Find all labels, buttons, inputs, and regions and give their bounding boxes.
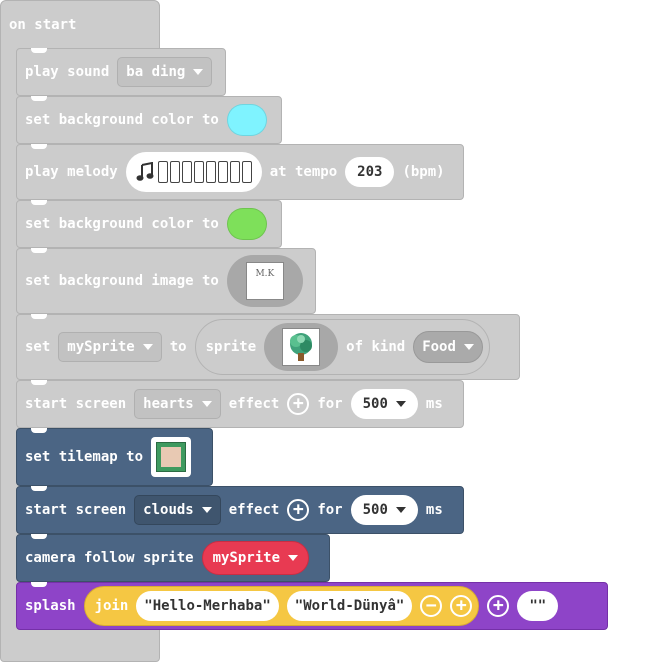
color-swatch-cyan[interactable] bbox=[226, 104, 267, 136]
for-label: for bbox=[317, 502, 343, 518]
ms-label: ms bbox=[425, 396, 443, 412]
duration-value: 500 bbox=[362, 396, 388, 412]
text-input-2[interactable]: " World-Dünyâ " bbox=[286, 591, 413, 621]
set-sprite-block[interactable]: set mySprite to sprite of kind Food bbox=[16, 314, 520, 380]
sprite-kind-dropdown[interactable]: Food bbox=[413, 331, 483, 363]
sprite-variable-reporter[interactable]: mySprite bbox=[201, 541, 310, 575]
camera-follow-sprite-label: camera follow sprite bbox=[25, 550, 194, 566]
sprite-variable-value: mySprite bbox=[212, 550, 281, 566]
text-value-1: Hello-Merhaba bbox=[152, 598, 263, 614]
sprite-thumbnail bbox=[282, 328, 321, 366]
join-label: join bbox=[94, 598, 129, 614]
color-swatch-green[interactable] bbox=[226, 208, 267, 240]
background-image-thumbnail: M.K bbox=[245, 262, 284, 300]
set-background-color-label: set background color to bbox=[25, 112, 219, 128]
start-screen-label: start screen bbox=[25, 502, 127, 518]
start-screen-effect-block[interactable]: start screen hearts effect + for 500 ms bbox=[16, 380, 464, 428]
sprite-variable-value: mySprite bbox=[67, 339, 135, 355]
at-tempo-label: at tempo bbox=[269, 164, 338, 180]
duration-dropdown[interactable]: 500 bbox=[350, 495, 418, 525]
set-tilemap-label: set tilemap to bbox=[25, 449, 144, 465]
duration-value: 500 bbox=[362, 502, 388, 518]
set-label: set bbox=[25, 339, 51, 355]
background-image-field[interactable]: M.K bbox=[226, 255, 303, 307]
text-input-3[interactable]: " " bbox=[517, 591, 559, 621]
screen-effect-value: clouds bbox=[143, 502, 194, 518]
bpm-label: (bpm) bbox=[402, 164, 445, 180]
chevron-down-icon bbox=[288, 555, 299, 561]
sprite-label: sprite bbox=[205, 339, 257, 355]
chevron-down-icon bbox=[395, 401, 406, 407]
play-melody-label: play melody bbox=[25, 164, 118, 180]
minus-circle-icon[interactable]: − bbox=[420, 595, 443, 617]
tilemap-field[interactable] bbox=[151, 437, 192, 477]
chevron-down-icon bbox=[463, 344, 474, 350]
on-start-label: on start bbox=[9, 17, 77, 33]
chevron-down-icon bbox=[395, 507, 406, 513]
play-sound-label: play sound bbox=[25, 64, 110, 80]
play-sound-block[interactable]: play sound ba ding bbox=[16, 48, 226, 96]
chevron-down-icon bbox=[193, 69, 204, 75]
chevron-down-icon bbox=[142, 344, 153, 350]
effect-label: effect bbox=[228, 502, 280, 518]
of-kind-label: of kind bbox=[346, 339, 406, 355]
music-note-icon bbox=[136, 162, 154, 181]
tempo-input[interactable]: 203 bbox=[345, 157, 395, 187]
text-input-1[interactable]: " Hello-Merhaba " bbox=[136, 591, 279, 621]
chevron-down-icon bbox=[201, 401, 212, 407]
plus-circle-icon[interactable]: + bbox=[450, 595, 473, 617]
melody-editor-field[interactable] bbox=[125, 152, 262, 192]
camera-follow-sprite-block[interactable]: camera follow sprite mySprite bbox=[16, 534, 330, 582]
start-screen-label: start screen bbox=[25, 396, 127, 412]
sound-dropdown-value: ba ding bbox=[126, 64, 186, 80]
screen-effect-value: hearts bbox=[143, 396, 194, 412]
join-reporter[interactable]: join " Hello-Merhaba " " World-Dünyâ " − + bbox=[83, 586, 480, 626]
effect-label: effect bbox=[228, 396, 280, 412]
set-tilemap-block[interactable]: set tilemap to bbox=[16, 428, 213, 486]
plus-circle-icon[interactable]: + bbox=[487, 595, 510, 617]
tilemap-thumbnail bbox=[156, 442, 187, 472]
tree-icon bbox=[290, 333, 313, 361]
sprite-variable-dropdown[interactable]: mySprite bbox=[58, 332, 162, 362]
start-screen-effect-block[interactable]: start screen clouds effect + for 500 ms bbox=[16, 486, 464, 534]
set-background-image-label: set background image to bbox=[25, 273, 219, 289]
screen-effect-dropdown[interactable]: hearts bbox=[134, 389, 221, 419]
sprite-of-kind-reporter[interactable]: sprite of kind Food bbox=[194, 319, 490, 375]
plus-circle-icon[interactable]: + bbox=[287, 393, 310, 415]
set-background-color-block[interactable]: set background color to bbox=[16, 200, 282, 248]
play-melody-block[interactable]: play melody at tempo 203 (bpm) bbox=[16, 144, 464, 200]
sprite-kind-value: Food bbox=[422, 339, 456, 355]
splash-label: splash bbox=[25, 598, 76, 614]
sound-dropdown[interactable]: ba ding bbox=[117, 57, 213, 87]
for-label: for bbox=[317, 396, 343, 412]
to-label: to bbox=[169, 339, 187, 355]
melody-note-slots bbox=[157, 161, 252, 183]
text-value-2: World-Dünyâ bbox=[303, 598, 396, 614]
splash-block[interactable]: splash join " Hello-Merhaba " " World-Düny… bbox=[16, 582, 608, 630]
background-image-sketch-text: M.K bbox=[255, 269, 275, 279]
duration-dropdown[interactable]: 500 bbox=[350, 389, 418, 419]
plus-circle-icon[interactable]: + bbox=[287, 499, 310, 521]
set-background-color-label: set background color to bbox=[25, 216, 219, 232]
set-background-color-block[interactable]: set background color to bbox=[16, 96, 282, 144]
ms-label: ms bbox=[425, 502, 443, 518]
chevron-down-icon bbox=[201, 507, 212, 513]
screen-effect-dropdown[interactable]: clouds bbox=[134, 495, 221, 525]
sprite-image-field[interactable] bbox=[264, 323, 339, 371]
set-background-image-block[interactable]: set background image to M.K bbox=[16, 248, 316, 314]
